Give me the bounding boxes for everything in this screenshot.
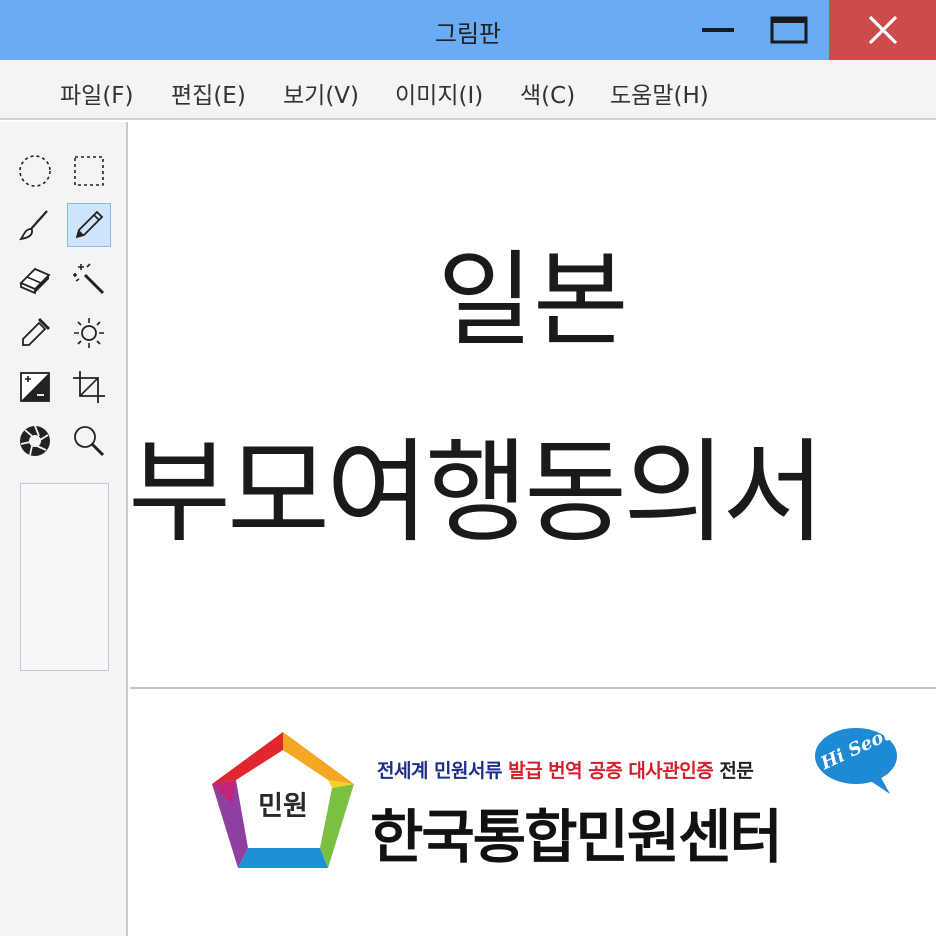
- pencil-tool[interactable]: [67, 203, 111, 247]
- eraser-tool[interactable]: [13, 257, 57, 301]
- eraser-icon: [19, 267, 51, 295]
- menu-image[interactable]: 이미지(I): [395, 76, 483, 110]
- menu-edit[interactable]: 편집(E): [171, 76, 246, 110]
- close-button[interactable]: [829, 0, 936, 60]
- maximize-button[interactable]: [760, 0, 818, 60]
- close-icon: [868, 15, 897, 45]
- minwon-logo: 민원: [208, 728, 358, 878]
- aperture-tool[interactable]: [13, 419, 57, 463]
- ellipse-select-icon: [19, 155, 51, 187]
- tagline: 전세계 민원서류 발급 번역 공증 대사관인증 전문: [377, 756, 754, 783]
- tagline-part-2: 발급 번역 공증 대사관인증: [508, 760, 714, 782]
- eyedropper-icon: [22, 317, 51, 346]
- minimize-button[interactable]: [690, 0, 746, 60]
- heading-line-1: 일본: [437, 239, 629, 361]
- divider: [130, 687, 936, 689]
- menu-color[interactable]: 색(C): [520, 76, 575, 110]
- brush-tool[interactable]: [13, 203, 57, 247]
- magic-wand-tool[interactable]: [67, 257, 111, 301]
- menu-bar: 파일(F) 편집(E) 보기(V) 이미지(I) 색(C) 도움말(H): [0, 60, 936, 120]
- tool-options-panel: [20, 483, 109, 671]
- menu-view[interactable]: 보기(V): [283, 76, 359, 110]
- tagline-part-1: 전세계 민원서류: [377, 760, 509, 782]
- eyedropper-tool[interactable]: [13, 311, 57, 355]
- contrast-tool[interactable]: [13, 365, 57, 409]
- logo-text: 민원: [258, 791, 308, 822]
- rect-select-icon: [74, 156, 104, 186]
- zoom-icon: [74, 426, 105, 457]
- aperture-icon: [20, 425, 50, 456]
- center-name: 한국통합민원센터: [370, 803, 783, 871]
- drawing-canvas[interactable]: 일본 부모여행동의서 민원 전세계 민원서류 발급 번역 공증 대사관인증 전문…: [128, 122, 936, 936]
- brightness-tool[interactable]: [67, 311, 111, 355]
- tagline-part-3: 전문: [713, 760, 754, 782]
- menu-help[interactable]: 도움말(H): [610, 76, 709, 110]
- toolbox: [0, 122, 128, 936]
- ellipse-select-tool[interactable]: [13, 149, 57, 193]
- menu-file[interactable]: 파일(F): [60, 76, 134, 110]
- brush-icon: [18, 210, 48, 241]
- rect-select-tool[interactable]: [67, 149, 111, 193]
- pencil-icon: [75, 210, 104, 239]
- zoom-tool[interactable]: [67, 419, 111, 463]
- crop-tool[interactable]: [67, 365, 111, 409]
- maximize-icon: [770, 16, 808, 44]
- brightness-icon: [74, 318, 104, 348]
- heading-line-2: 부모여행동의서: [128, 428, 825, 558]
- crop-icon: [73, 371, 105, 403]
- contrast-icon: [20, 372, 50, 402]
- hi-seoul-badge: Hi Seoul: [810, 719, 905, 798]
- minimize-icon: [702, 28, 734, 32]
- magic-wand-icon: [73, 263, 105, 295]
- title-bar: 그림판: [0, 0, 936, 60]
